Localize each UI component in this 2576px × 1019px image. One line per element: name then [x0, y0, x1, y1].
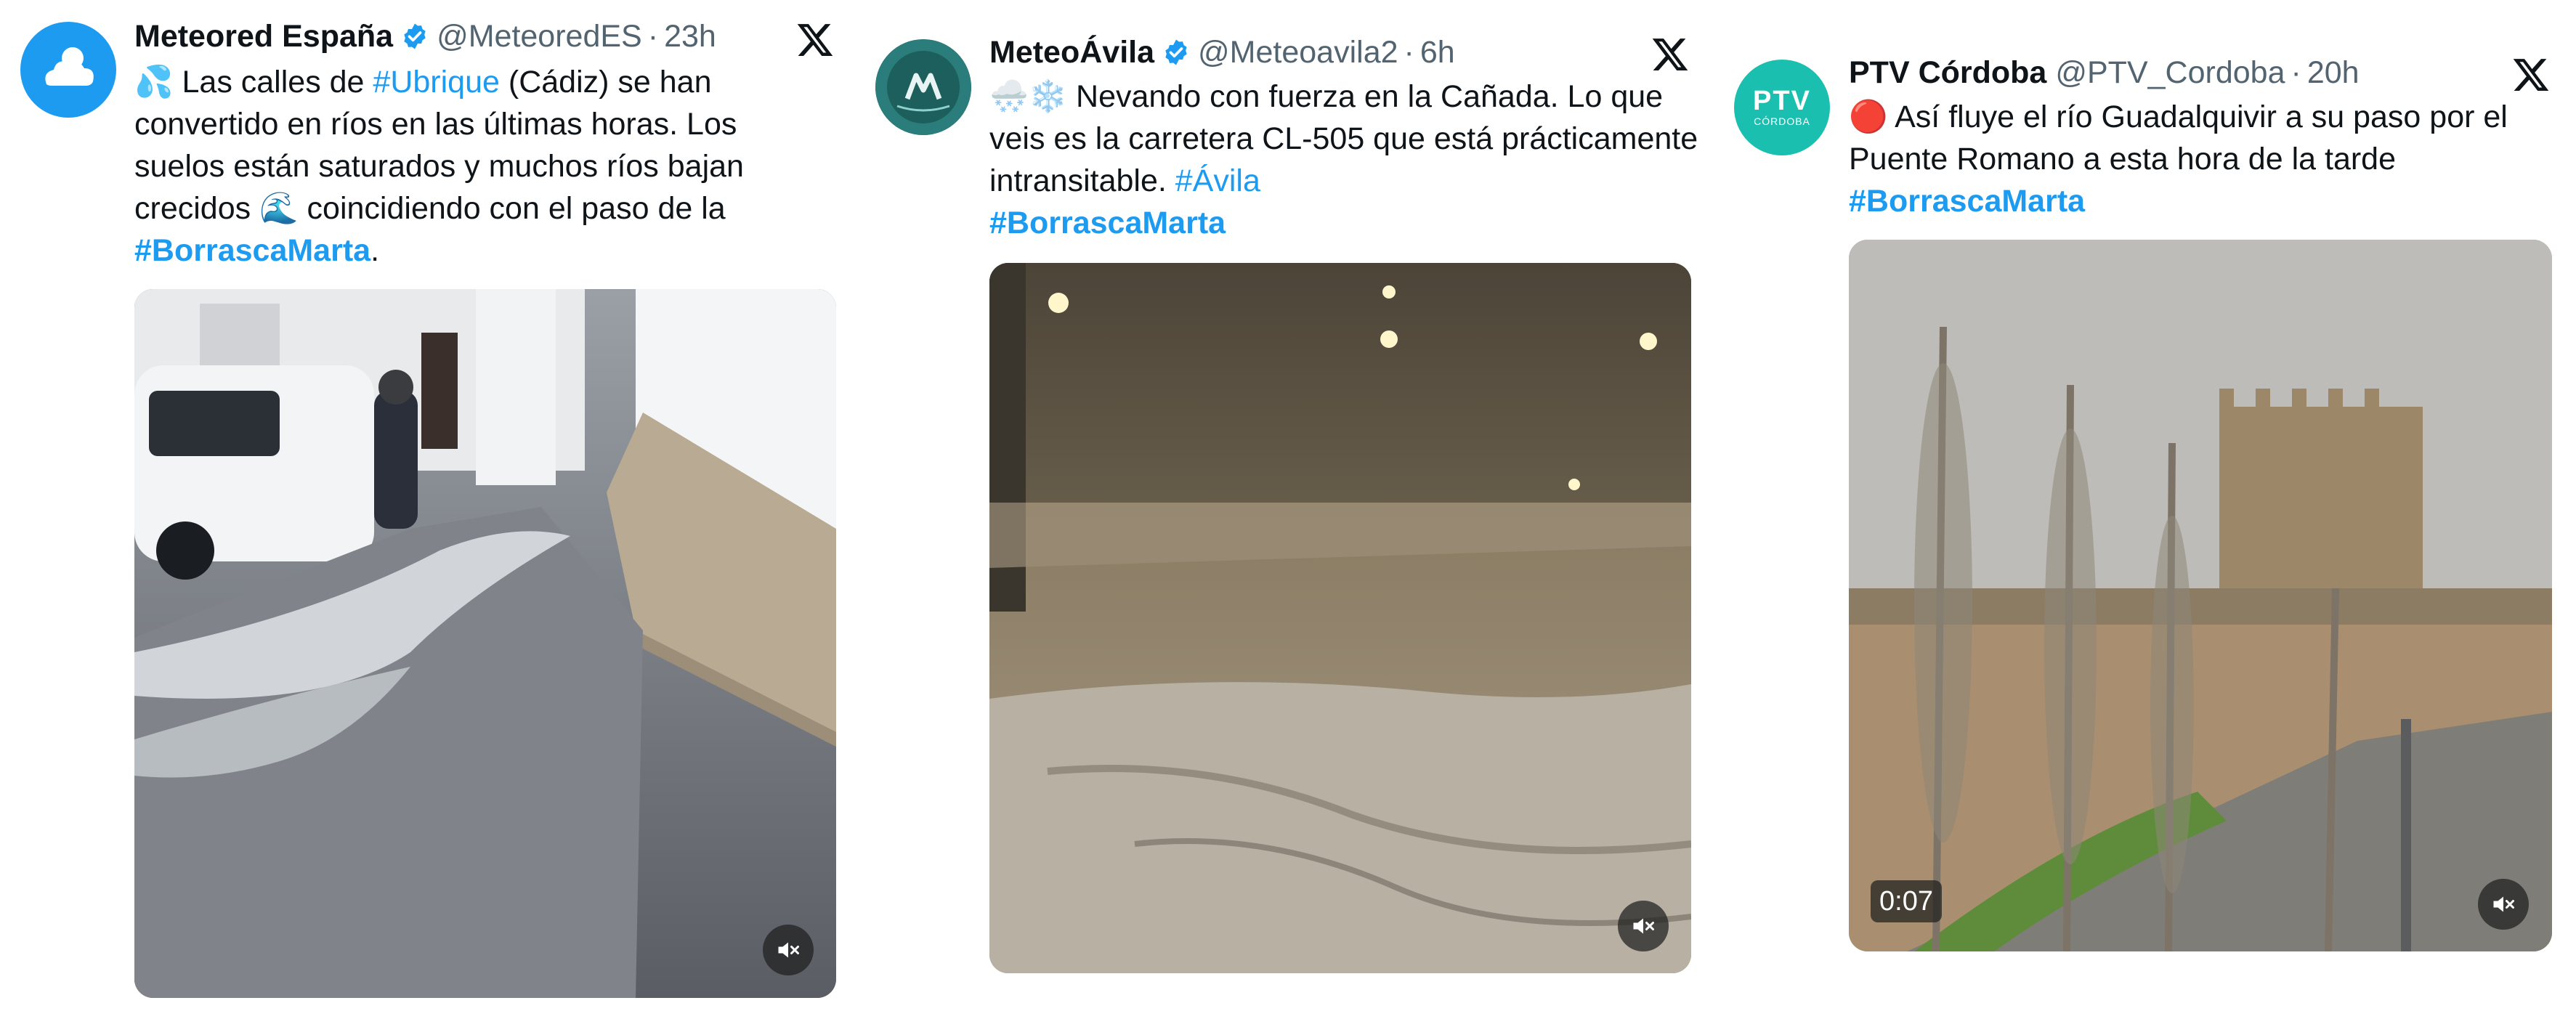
author-name[interactable]: Meteored España: [134, 17, 393, 55]
tweet-text: 💦 Las calles de #Ubrique (Cádiz) se han …: [134, 61, 817, 272]
mute-button[interactable]: [763, 925, 814, 975]
speaker-muted-icon: [1633, 918, 1654, 934]
video-player[interactable]: 0:07: [1849, 240, 2552, 951]
text-segment: .: [370, 233, 380, 268]
author-handle[interactable]: @Meteoavila2: [1198, 33, 1398, 71]
avatar-meteoavila[interactable]: [875, 39, 971, 135]
hashtag-link[interactable]: #BorrascaMarta: [1849, 184, 2085, 219]
tweet-time[interactable]: 20h: [2307, 54, 2360, 92]
text-segment: 🔴 Así fluye el río Guadalquivir a su pas…: [1849, 100, 2508, 176]
avatar-logo-text: PTV: [1753, 86, 1811, 116]
hashtag-link[interactable]: #Ávila: [1175, 163, 1260, 198]
mute-button[interactable]: [1618, 901, 1669, 951]
text-segment: 💦 Las calles de: [134, 65, 373, 100]
verified-badge-icon: [1162, 38, 1191, 67]
separator-dot: ·: [647, 19, 659, 54]
tweet-header: MeteoÁvila @Meteoavila2 · 6h: [989, 33, 1455, 71]
hashtag-link[interactable]: #Ubrique: [373, 65, 500, 100]
video-duration: 0:07: [1871, 880, 1942, 922]
meteoavila-logo-icon: [875, 39, 971, 135]
hashtag-link[interactable]: #BorrascaMarta: [134, 233, 370, 268]
avatar-meteored[interactable]: [20, 22, 116, 118]
video-player[interactable]: [989, 263, 1691, 973]
author-handle[interactable]: @PTV_Cordoba: [2055, 54, 2285, 92]
x-logo-icon[interactable]: [2511, 55, 2551, 94]
tweet-time[interactable]: 6h: [1420, 33, 1455, 71]
video-frame-snowy-road: [989, 263, 1691, 973]
avatar-logo-subtext: CÓRDOBA: [1754, 115, 1810, 127]
avatar-ptv-cordoba[interactable]: PTV CÓRDOBA: [1734, 60, 1830, 155]
cloud-sun-icon: [45, 47, 94, 86]
author-name[interactable]: MeteoÁvila: [989, 33, 1154, 71]
speaker-muted-icon: [778, 942, 799, 958]
video-frame-flooded-river: [1849, 240, 2552, 951]
verified-badge-icon: [400, 22, 429, 51]
video-frame-flooded-street: [134, 289, 836, 998]
x-logo-icon[interactable]: [1650, 35, 1690, 74]
separator-dot: ·: [1404, 35, 1414, 70]
tweet-text: 🔴 Así fluye el río Guadalquivir a su pas…: [1849, 96, 2561, 222]
tweet-time[interactable]: 23h: [664, 17, 716, 55]
speaker-muted-icon: [2493, 896, 2514, 912]
x-logo-icon[interactable]: [795, 20, 835, 60]
video-player[interactable]: [134, 289, 836, 998]
mute-button[interactable]: [2478, 879, 2529, 930]
text-segment: 🌨️❄️ Nevando con fuerza en la Cañada. Lo…: [989, 79, 1698, 198]
hashtag-link[interactable]: #BorrascaMarta: [989, 206, 1226, 240]
tweet-header: Meteored España @MeteoredES · 23h: [134, 17, 716, 55]
separator-dot: ·: [2291, 55, 2301, 90]
author-handle[interactable]: @MeteoredES: [437, 17, 642, 55]
author-name[interactable]: PTV Córdoba: [1849, 54, 2046, 92]
tweet-text: 🌨️❄️ Nevando con fuerza en la Cañada. Lo…: [989, 76, 1701, 244]
tweet-header: PTV Córdoba @PTV_Cordoba · 20h: [1849, 54, 2360, 92]
